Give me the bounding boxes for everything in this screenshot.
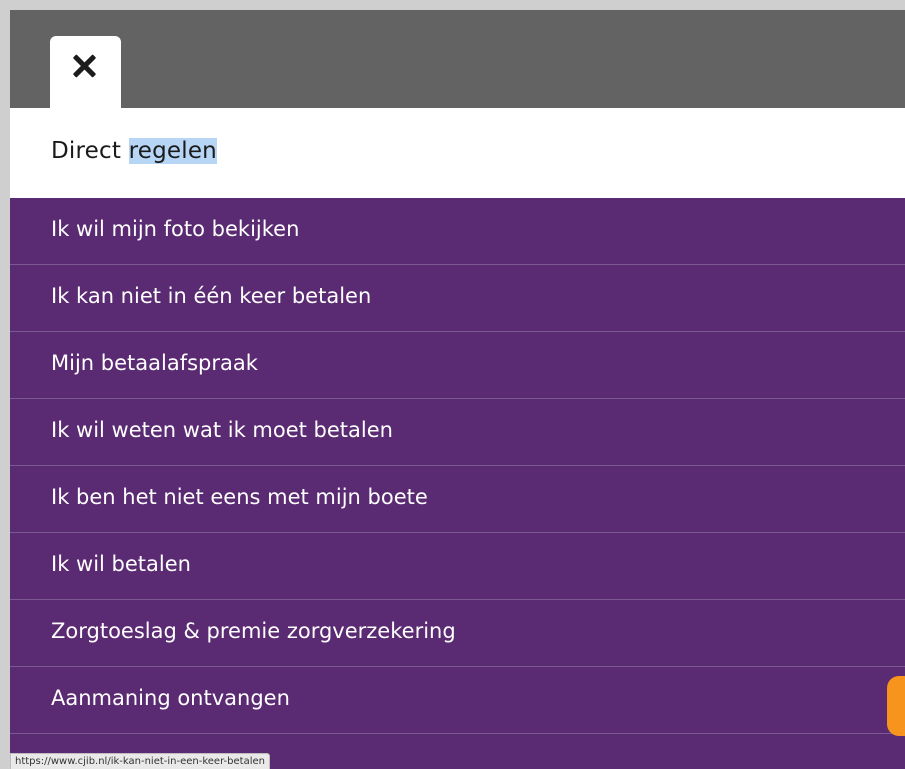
menu-item-label: Ik wil betalen [51, 552, 191, 576]
menu-item-label: Ik kan niet in één keer betalen [51, 284, 372, 308]
menu-overlay: Direct regelen Ik wil mijn foto bekijken… [0, 0, 905, 769]
menu-item-label: Ik wil weten wat ik moet betalen [51, 418, 393, 442]
window-top-edge [0, 0, 905, 10]
menu-item-label: Mijn betaalafspraak [51, 351, 258, 375]
menu-item-ik-wil-betalen[interactable]: Ik wil betalen [10, 533, 905, 600]
menu-item-label: Ik wil mijn foto bekijken [51, 217, 300, 241]
menu-title: Direct regelen [51, 138, 217, 164]
menu-item-foto-bekijken[interactable]: Ik wil mijn foto bekijken [10, 198, 905, 265]
close-menu-button[interactable] [50, 36, 121, 110]
menu-item-zorgtoeslag[interactable]: Zorgtoeslag & premie zorgverzekering [10, 600, 905, 667]
chat-button[interactable] [887, 676, 905, 736]
close-icon [71, 53, 97, 79]
menu-item-label: Aanmaning ontvangen [51, 686, 290, 710]
overlay-header [10, 10, 905, 108]
menu-item-niet-eens-met-boete[interactable]: Ik ben het niet eens met mijn boete [10, 466, 905, 533]
menu-item-aanmaning-ontvangen[interactable]: Aanmaning ontvangen [10, 667, 905, 734]
direct-regelen-menu: Ik wil mijn foto bekijken Ik kan niet in… [10, 198, 905, 769]
menu-title-selected-text: regelen [128, 138, 217, 164]
menu-item-niet-in-een-keer-betalen[interactable]: Ik kan niet in één keer betalen [10, 265, 905, 332]
menu-title-prefix: Direct [51, 138, 129, 164]
menu-title-bar: Direct regelen [10, 108, 905, 198]
status-bar-url: https://www.cjib.nl/ik-kan-niet-in-een-k… [10, 753, 270, 769]
menu-item-weten-wat-betalen[interactable]: Ik wil weten wat ik moet betalen [10, 399, 905, 466]
menu-item-label: Ik ben het niet eens met mijn boete [51, 485, 428, 509]
window-left-edge [0, 0, 10, 769]
menu-item-label: Zorgtoeslag & premie zorgverzekering [51, 619, 456, 643]
menu-item-betaalafspraak[interactable]: Mijn betaalafspraak [10, 332, 905, 399]
